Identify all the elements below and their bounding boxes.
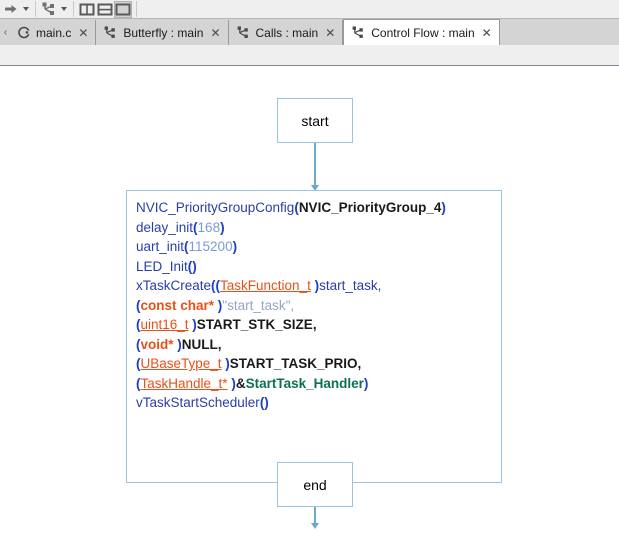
code-token: StartTask_Handler <box>245 375 364 391</box>
tab-control-flow-main[interactable]: Control Flow : main ✕ <box>343 19 500 45</box>
single-pane-icon <box>115 3 131 15</box>
code-token: ) <box>441 200 446 215</box>
tab-label: Calls : main <box>255 25 319 40</box>
code-token: ) <box>173 336 182 352</box>
code-line: vTaskStartScheduler() <box>136 393 492 413</box>
code-token: NULL, <box>181 336 222 352</box>
flow-edge-start-to-code <box>314 143 316 189</box>
code-token: "start_task", <box>222 297 295 313</box>
code-token: NVIC_PriorityGroupConfig <box>136 200 295 215</box>
toolbar-separator-2 <box>73 1 74 17</box>
code-token: uint16_t <box>140 317 189 332</box>
graph-icon <box>42 2 54 15</box>
flow-node-statement-lines: NVIC_PriorityGroupConfig(NVIC_PriorityGr… <box>136 198 492 413</box>
code-token: () <box>259 395 269 410</box>
control-flow-canvas[interactable]: start NVIC_PriorityGroupConfig(NVIC_Prio… <box>0 66 619 542</box>
code-token: ) <box>363 375 369 391</box>
tab-label: main.c <box>36 25 72 40</box>
c-file-icon <box>18 26 31 39</box>
code-token: () <box>187 258 197 274</box>
layout-single-button[interactable] <box>114 0 132 18</box>
code-line: (const char* )"start_task", <box>136 296 492 316</box>
code-line: uart_init(115200) <box>136 237 492 257</box>
code-line: delay_init(168) <box>136 218 492 238</box>
layout-split-vertical-button[interactable] <box>78 1 96 18</box>
code-token: START_STK_SIZE, <box>196 317 317 332</box>
code-line: (TaskHandle_t* )&StartTask_Handler) <box>136 374 492 394</box>
flow-node-end[interactable]: end <box>277 462 353 507</box>
code-token: & <box>235 375 246 391</box>
code-line: NVIC_PriorityGroupConfig(NVIC_PriorityGr… <box>136 198 492 218</box>
code-token: ) <box>227 375 236 391</box>
chevron-down-icon <box>22 7 29 11</box>
code-token: vTaskStartScheduler <box>136 395 260 410</box>
code-token: (( <box>211 278 221 293</box>
graph-icon <box>236 25 251 40</box>
flow-node-statement-block[interactable]: NVIC_PriorityGroupConfig(NVIC_PriorityGr… <box>126 190 502 483</box>
code-line: (UBaseType_t )START_TASK_PRIO, <box>136 354 492 374</box>
code-token: 168 <box>197 219 221 235</box>
code-line: (void* )NULL, <box>136 335 492 355</box>
code-token: UBaseType_t <box>140 356 222 371</box>
view-header-strip <box>0 45 619 66</box>
tab-scroll-left-button[interactable]: ‹ <box>0 19 11 45</box>
code-token: ) <box>220 219 225 235</box>
split-horizontal-icon <box>97 3 113 15</box>
nav-forward-dropdown[interactable] <box>20 1 31 18</box>
graph-tool-dropdown[interactable] <box>58 1 69 18</box>
code-token: delay_init <box>136 219 194 235</box>
code-line: LED_Init() <box>136 257 492 277</box>
graph-tool-button[interactable] <box>40 1 58 18</box>
chevron-down-icon <box>60 7 67 11</box>
code-token: const char* <box>140 297 215 313</box>
graph-icon <box>103 25 118 40</box>
toolbar-group-navigation <box>0 0 33 19</box>
nav-forward-button[interactable] <box>2 1 20 18</box>
toolbar-group-graph <box>38 0 71 19</box>
code-token: LED_Init <box>136 258 188 274</box>
flow-edge-code-to-end-arrowhead <box>311 523 319 529</box>
code-line: (uint16_t )START_STK_SIZE, <box>136 315 492 335</box>
tab-close-icon[interactable]: ✕ <box>480 27 492 39</box>
toolbar-group-layout <box>76 0 134 19</box>
code-token: 115200 <box>188 239 233 254</box>
tab-label: Butterfly : main <box>123 25 204 40</box>
tab-close-icon[interactable]: ✕ <box>323 27 335 39</box>
flow-node-start[interactable]: start <box>277 98 353 143</box>
toolbar-separator-3 <box>136 1 137 17</box>
tab-calls-main[interactable]: Calls : main ✕ <box>228 20 344 45</box>
tab-label: Control Flow : main <box>371 25 475 40</box>
editor-tab-bar: ‹ main.c ✕ Butterfly : main ✕ Calls: ma… <box>0 19 619 45</box>
code-token: start_task, <box>319 278 382 293</box>
code-token: START_TASK_PRIO, <box>229 356 362 371</box>
toolbar <box>0 0 619 19</box>
graph-icon <box>351 25 366 40</box>
flow-node-end-label: end <box>303 476 327 493</box>
code-token: ) <box>310 278 320 293</box>
code-line: xTaskCreate((TaskFunction_t )start_task, <box>136 276 492 296</box>
split-vertical-icon <box>79 3 95 15</box>
code-token: TaskHandle_t* <box>140 375 228 391</box>
code-token: TaskFunction_t <box>220 278 311 293</box>
tab-butterfly-main[interactable]: Butterfly : main ✕ <box>96 20 229 45</box>
code-token: ) <box>188 317 197 332</box>
flow-node-start-label: start <box>301 112 329 129</box>
tab-main-c[interactable]: main.c ✕ <box>11 20 97 45</box>
toolbar-separator-1 <box>35 1 36 17</box>
tab-close-icon[interactable]: ✕ <box>76 27 88 39</box>
code-token: NVIC_PriorityGroup_4 <box>298 200 442 215</box>
code-token: uart_init <box>136 239 185 254</box>
arrow-right-icon <box>5 5 17 13</box>
code-token: void* <box>140 336 174 352</box>
tab-close-icon[interactable]: ✕ <box>208 27 220 39</box>
code-token: ) <box>232 239 238 254</box>
layout-split-horizontal-button[interactable] <box>96 1 114 18</box>
code-token: xTaskCreate <box>136 278 212 293</box>
code-token: ) <box>221 356 230 371</box>
